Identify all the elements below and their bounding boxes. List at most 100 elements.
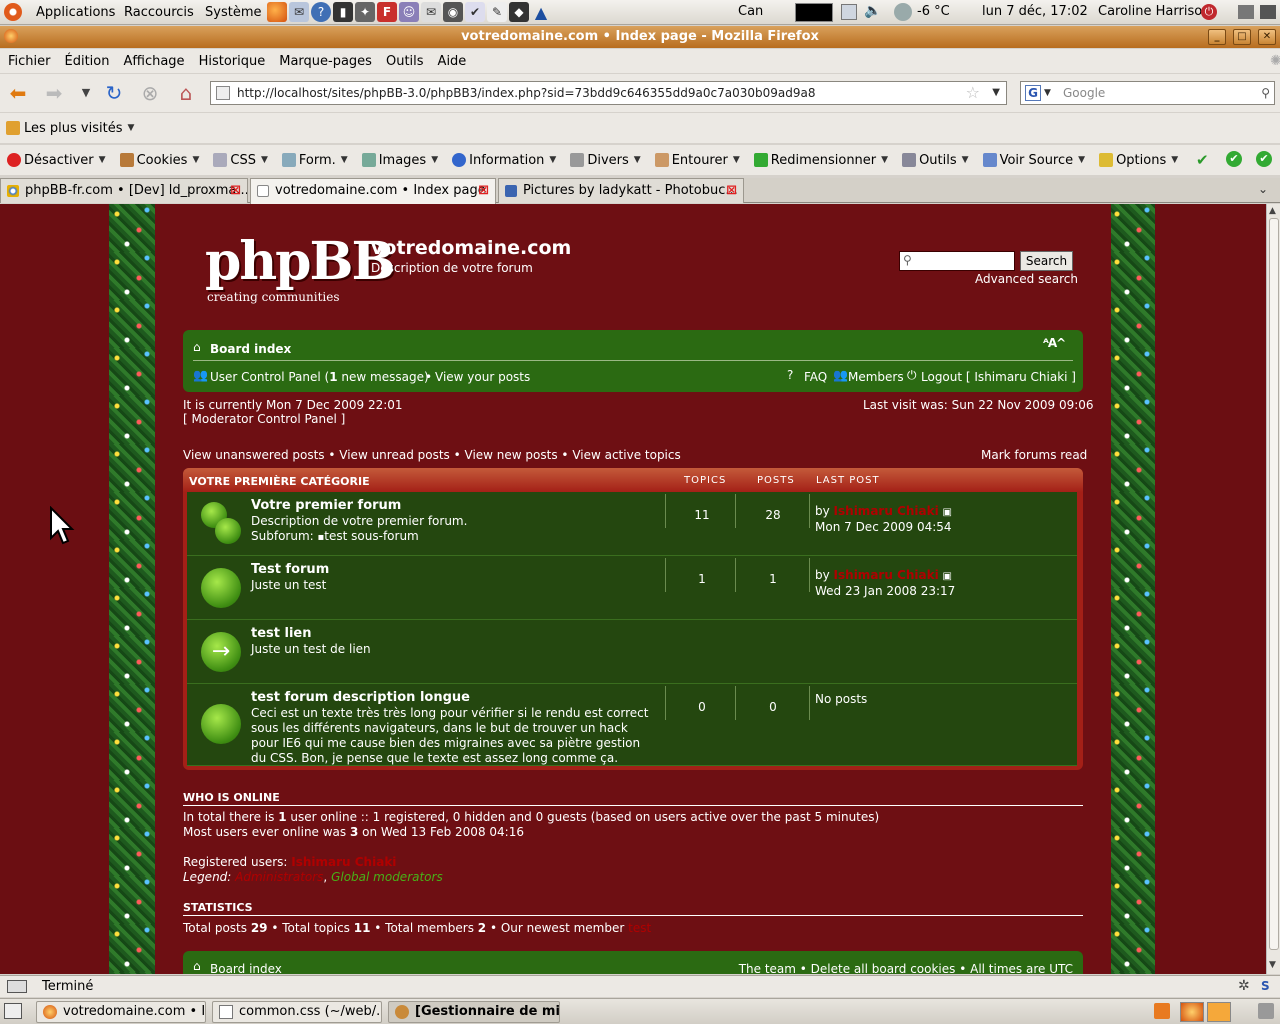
- ucp-link[interactable]: User Control Panel (1 new message): [210, 370, 429, 384]
- search-icon[interactable]: ⚲: [1261, 82, 1270, 104]
- wd-css[interactable]: CSS ▼: [206, 145, 275, 175]
- footer-links[interactable]: The team • Delete all board cookies • Al…: [739, 962, 1073, 974]
- close-tab-icon[interactable]: ⊠: [726, 179, 737, 203]
- logout-link[interactable]: Logout [ Ishimaru Chiaki ]: [921, 370, 1076, 384]
- menu-fichier[interactable]: Fichier: [0, 54, 57, 69]
- power-icon[interactable]: ⏻: [1201, 4, 1217, 20]
- site-name[interactable]: votredomaine.com: [371, 237, 571, 259]
- history-dropdown-icon[interactable]: ▼: [74, 82, 98, 104]
- tab-list-chevron-icon[interactable]: ⌄: [1258, 182, 1268, 196]
- wd-forms[interactable]: Form. ▼: [275, 145, 355, 175]
- pidgin-launcher-icon[interactable]: ☺: [399, 2, 419, 22]
- engine-dropdown-icon[interactable]: ▼: [1044, 82, 1051, 104]
- network-icon[interactable]: [841, 4, 857, 20]
- workspace-2[interactable]: [1207, 1002, 1231, 1022]
- help-launcher-icon[interactable]: ?: [311, 2, 331, 22]
- menu-systeme[interactable]: Système: [195, 0, 271, 25]
- stop-button[interactable]: ⊗: [138, 82, 162, 104]
- board-index-link[interactable]: Board index: [210, 342, 291, 356]
- gimp-launcher-icon[interactable]: ✦: [355, 2, 375, 22]
- reload-button[interactable]: ↻: [102, 82, 126, 104]
- close-tab-icon[interactable]: ⊠: [478, 179, 489, 203]
- active-topics-link[interactable]: View active topics: [572, 448, 680, 462]
- most-visited-bookmark[interactable]: Les plus visités: [24, 121, 122, 136]
- temperature[interactable]: -6 °C: [917, 4, 950, 19]
- menu-outils[interactable]: Outils: [378, 54, 430, 69]
- volume-icon[interactable]: 🔈: [864, 3, 881, 19]
- validate-check-icon[interactable]: ✔: [1196, 151, 1209, 169]
- firefox-launcher-icon[interactable]: [267, 2, 287, 22]
- subforum-link[interactable]: test sous-forum: [324, 529, 418, 543]
- phpbb-logo[interactable]: phpBB creating communities: [205, 234, 395, 314]
- addon-s-icon[interactable]: S: [1261, 979, 1270, 993]
- system-monitor-graph[interactable]: [795, 3, 833, 22]
- show-desktop-icon[interactable]: [4, 1003, 22, 1019]
- newest-member-link[interactable]: test: [628, 921, 651, 935]
- tab-votredomaine[interactable]: votredomaine.com • Index page ⊠: [250, 178, 496, 204]
- scroll-up-icon[interactable]: ▲: [1269, 206, 1276, 216]
- inkscape-launcher-icon[interactable]: ◆: [509, 2, 529, 22]
- faq-link[interactable]: FAQ: [804, 370, 827, 384]
- ubuntu-logo-icon[interactable]: [4, 3, 22, 21]
- font-size-change-icon[interactable]: ᴬA^: [1043, 336, 1066, 350]
- mark-forums-read-link[interactable]: Mark forums read: [981, 448, 1087, 462]
- task-firefox[interactable]: votredomaine.com • I...: [36, 1001, 206, 1023]
- forward-button[interactable]: ➡: [42, 82, 66, 104]
- close-window-button[interactable]: ✕: [1258, 29, 1276, 45]
- workspace-1[interactable]: [1180, 1002, 1204, 1022]
- wd-cookies[interactable]: Cookies ▼: [113, 145, 207, 175]
- view-your-posts-link[interactable]: View your posts: [435, 370, 530, 384]
- tab-phpbb-fr[interactable]: phpBB-fr.com • [Dev] ld_proxma... ⊠: [0, 178, 248, 203]
- menu-raccourcis[interactable]: Raccourcis: [114, 0, 204, 25]
- printer-icon[interactable]: [1260, 5, 1276, 19]
- unanswered-link[interactable]: View unanswered posts: [183, 448, 325, 462]
- vertical-scrollbar[interactable]: ▲ ▼: [1266, 204, 1280, 974]
- user-name[interactable]: Caroline Harrison: [1098, 4, 1210, 19]
- bookmark-star-icon[interactable]: ☆: [966, 82, 980, 104]
- last-post-author-link[interactable]: Ishimaru Chiaki: [834, 504, 939, 518]
- wd-outils[interactable]: Outils ▼: [895, 145, 976, 175]
- filezilla-launcher-icon[interactable]: F: [377, 2, 397, 22]
- menu-edition[interactable]: Édition: [57, 54, 116, 69]
- clock[interactable]: lun 7 déc, 17:02: [982, 4, 1088, 19]
- url-bar[interactable]: http://localhost/sites/phpBB-3.0/phpBB3/…: [210, 81, 1007, 105]
- search-button[interactable]: Search: [1020, 251, 1073, 271]
- forum-search-input[interactable]: ⚲: [899, 251, 1015, 271]
- trash-icon[interactable]: [1258, 1003, 1274, 1019]
- who-is-online-title[interactable]: WHO IS ONLINE: [183, 791, 280, 804]
- wd-information[interactable]: Information ▼: [445, 145, 563, 175]
- notification-icon[interactable]: [1238, 5, 1254, 19]
- tray-icon[interactable]: [1154, 1003, 1170, 1019]
- menu-aide[interactable]: Aide: [430, 54, 473, 69]
- registered-user-link[interactable]: Ishimaru Chiaki: [291, 855, 396, 869]
- html-valid-icon[interactable]: ✔: [1256, 151, 1272, 167]
- members-link[interactable]: Members: [848, 370, 904, 384]
- category-title[interactable]: VOTRE PREMIÈRE CATÉGORIE: [189, 475, 370, 488]
- menu-affichage[interactable]: Affichage: [115, 54, 190, 69]
- tasks-launcher-icon[interactable]: ✔: [465, 2, 485, 22]
- wd-voir-source[interactable]: Voir Source ▼: [976, 145, 1093, 175]
- close-tab-icon[interactable]: ⊠: [230, 179, 241, 203]
- wd-redimensionner[interactable]: Redimensionner ▼: [747, 145, 895, 175]
- forum-title-link[interactable]: test lien: [251, 626, 312, 641]
- mcp-link[interactable]: [ Moderator Control Panel ]: [183, 412, 345, 426]
- maximize-button[interactable]: □: [1233, 29, 1251, 45]
- wd-desactiver[interactable]: Désactiver ▼: [0, 145, 113, 175]
- mail-client-launcher-icon[interactable]: ✉: [421, 2, 441, 22]
- wd-divers[interactable]: Divers ▼: [563, 145, 647, 175]
- task-common-css[interactable]: common.css (~/web/...: [212, 1001, 382, 1023]
- footer-board-index-link[interactable]: Board index: [210, 962, 282, 974]
- scrollbar-thumb[interactable]: [1269, 218, 1279, 950]
- search-box[interactable]: G ▼ Google ⚲: [1020, 81, 1275, 105]
- menu-historique[interactable]: Historique: [191, 54, 272, 69]
- addon-bug-icon[interactable]: ✲: [1238, 978, 1250, 994]
- wd-options[interactable]: Options ▼: [1092, 145, 1185, 175]
- mail-launcher-icon[interactable]: ✉: [289, 2, 309, 22]
- view-latest-post-icon[interactable]: ▣: [943, 507, 952, 518]
- wd-entourer[interactable]: Entourer ▼: [648, 145, 747, 175]
- back-button[interactable]: ⬅: [6, 82, 30, 104]
- forum-title-link[interactable]: Test forum: [251, 562, 329, 577]
- editor-launcher-icon[interactable]: ✎: [487, 2, 507, 22]
- minimize-button[interactable]: _: [1208, 29, 1226, 45]
- url-dropdown-icon[interactable]: ▼: [992, 82, 1000, 104]
